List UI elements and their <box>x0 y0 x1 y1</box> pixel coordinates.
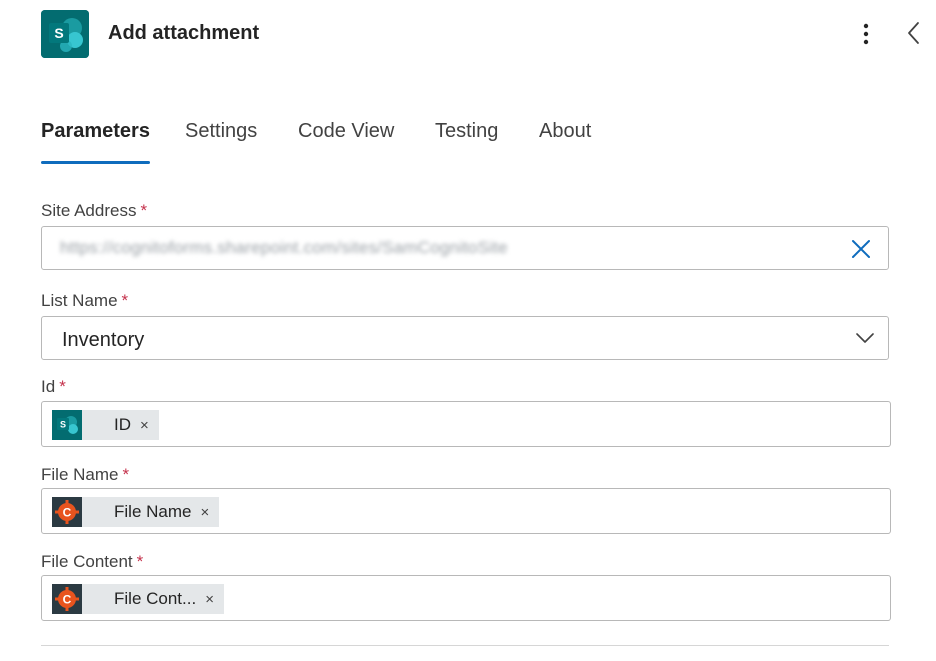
required-marker: * <box>140 201 148 220</box>
more-options-button[interactable] <box>852 20 880 48</box>
site-address-input[interactable]: https://cognitoforms.sharepoint.com/site… <box>41 226 889 270</box>
required-marker: * <box>59 377 66 396</box>
tab-about[interactable]: About <box>539 120 591 166</box>
token-remove-button[interactable]: × <box>200 504 209 521</box>
tab-settings[interactable]: Settings <box>185 120 257 166</box>
clear-icon[interactable] <box>850 238 872 260</box>
required-marker: * <box>121 291 129 310</box>
site-address-value: https://cognitoforms.sharepoint.com/site… <box>60 238 508 257</box>
file-name-label-text: File Name <box>41 465 119 484</box>
svg-text:S: S <box>54 25 63 41</box>
more-vertical-icon <box>863 23 869 45</box>
dynamic-content-token-file-name[interactable]: C File Name × <box>52 497 220 527</box>
file-content-label: File Content * <box>41 552 143 572</box>
sharepoint-icon: S <box>52 410 82 440</box>
dynamic-content-token-file-content[interactable]: C File Cont... × <box>52 584 224 614</box>
svg-text:C: C <box>63 506 72 520</box>
tab-code-view[interactable]: Code View <box>298 120 394 166</box>
divider <box>41 645 889 646</box>
token-remove-button[interactable]: × <box>140 417 149 434</box>
cognito-forms-icon: C <box>52 584 82 614</box>
list-name-value: Inventory <box>62 329 145 351</box>
sharepoint-icon: S <box>41 10 89 58</box>
token-label: File Name <box>114 502 192 521</box>
site-address-label: Site Address * <box>41 201 147 221</box>
page-title: Add attachment <box>108 22 260 44</box>
file-content-label-text: File Content <box>41 552 133 571</box>
tab-testing[interactable]: Testing <box>435 120 498 166</box>
id-label-text: Id <box>41 377 56 396</box>
id-input[interactable]: S ID × <box>41 401 891 447</box>
id-label: Id * <box>41 377 66 397</box>
site-address-label-text: Site Address <box>41 201 137 220</box>
file-content-input[interactable]: C File Cont... × <box>41 575 891 621</box>
svg-text:S: S <box>60 420 66 430</box>
svg-text:C: C <box>63 593 72 607</box>
file-name-input[interactable]: C File Name × <box>41 488 891 534</box>
list-name-label: List Name * <box>41 291 128 311</box>
dynamic-content-token-id[interactable]: S ID × <box>52 410 159 440</box>
required-marker: * <box>122 465 130 484</box>
file-name-label: File Name * <box>41 465 129 485</box>
tab-parameters[interactable]: Parameters <box>41 120 150 166</box>
panel-header: S Add attachment <box>0 0 936 70</box>
token-remove-button[interactable]: × <box>205 591 214 608</box>
required-marker: * <box>136 552 144 571</box>
chevron-down-icon[interactable] <box>856 331 874 343</box>
list-name-label-text: List Name <box>41 291 118 310</box>
token-label: ID <box>114 415 131 434</box>
chevron-left-icon <box>908 22 919 44</box>
collapse-panel-button[interactable] <box>900 18 928 48</box>
token-label: File Cont... <box>114 589 197 608</box>
cognito-forms-icon: C <box>52 497 82 527</box>
list-name-dropdown[interactable]: Inventory <box>41 316 889 360</box>
